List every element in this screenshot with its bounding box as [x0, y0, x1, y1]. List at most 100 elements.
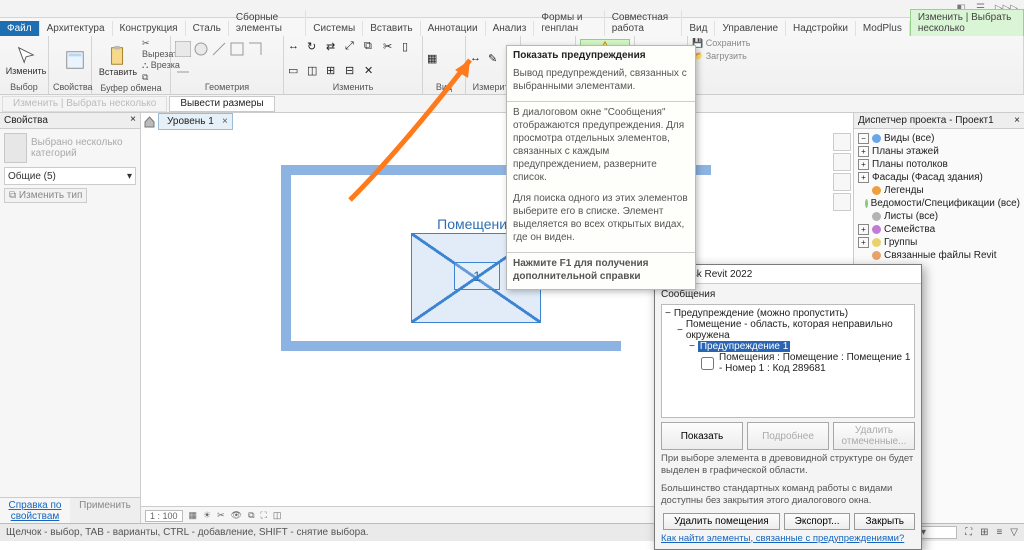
room-number: 1: [454, 262, 500, 290]
tree-floorplans[interactable]: Планы этажей: [872, 146, 939, 157]
measure-icon[interactable]: ↔: [470, 52, 486, 68]
tab-architecture[interactable]: Архитектура: [40, 21, 113, 36]
status-icon[interactable]: ≡: [996, 527, 1002, 538]
status-icon[interactable]: ▽: [1010, 527, 1018, 538]
measure-icon[interactable]: ✎: [488, 52, 504, 68]
expand-icon[interactable]: +: [858, 159, 869, 170]
export-button[interactable]: Экспорт...: [784, 513, 851, 530]
close-button[interactable]: Закрыть: [854, 513, 915, 530]
tab-view[interactable]: Вид: [682, 21, 715, 36]
tooltip-body: В диалоговом окне "Сообщения" отображают…: [507, 104, 695, 190]
close-icon[interactable]: ×: [1014, 115, 1020, 126]
zoom-icon[interactable]: [833, 173, 851, 191]
type-thumb: [4, 133, 27, 163]
status-icon[interactable]: ⛶: [965, 527, 972, 538]
save-selection[interactable]: 💾 Сохранить: [692, 38, 750, 49]
expand-icon[interactable]: +: [858, 237, 869, 248]
geom-icon[interactable]: [229, 41, 245, 57]
mod-icon[interactable]: ▭: [288, 64, 304, 80]
vc-icon[interactable]: 👁: [231, 510, 242, 521]
paste-button[interactable]: Вставить: [96, 41, 140, 81]
mod-icon[interactable]: ✕: [364, 64, 380, 80]
properties-help-link[interactable]: Справка по свойствам: [0, 498, 70, 524]
warn-room[interactable]: Помещение - область, которая неправильно…: [686, 319, 911, 341]
tree-groups[interactable]: Группы: [884, 237, 917, 248]
tree-views[interactable]: Виды (все): [884, 133, 934, 144]
edit-type-button[interactable]: ⧉ Изменить тип: [4, 188, 87, 203]
mod-icon[interactable]: ✂: [383, 40, 399, 56]
mod-icon[interactable]: ↔: [288, 40, 304, 56]
warn-checkbox[interactable]: [701, 357, 714, 370]
category-dropdown[interactable]: Общие (5)▾: [4, 167, 136, 185]
tooltip-body: Вывод предупреждений, связанных с выбран…: [507, 65, 695, 99]
mod-icon[interactable]: ◫: [307, 64, 323, 80]
help-link[interactable]: Как найти элементы, связанные с предупре…: [661, 533, 915, 544]
mod-icon[interactable]: ▯: [402, 40, 418, 56]
vc-icon[interactable]: ⛶: [261, 510, 267, 521]
load-selection[interactable]: 📂 Загрузить: [692, 51, 747, 62]
tab-manage[interactable]: Управление: [715, 21, 786, 36]
tree-elevations[interactable]: Фасады (Фасад здания): [872, 172, 983, 183]
tab-collab[interactable]: Совместная работа: [605, 10, 683, 36]
tab-insert[interactable]: Вставить: [363, 21, 420, 36]
view-tab-level1[interactable]: Уровень 1: [158, 113, 233, 130]
tab-analyze[interactable]: Анализ: [486, 21, 535, 36]
show-button[interactable]: Показать: [661, 422, 743, 450]
tab-massing[interactable]: Формы и генплан: [534, 10, 604, 36]
tab-annotate[interactable]: Аннотации: [421, 21, 486, 36]
geom-icon[interactable]: [211, 41, 227, 57]
geom-icon[interactable]: [193, 41, 209, 57]
expand-icon[interactable]: +: [858, 146, 869, 157]
expand-icon[interactable]: +: [858, 172, 869, 183]
tab-addins[interactable]: Надстройки: [786, 21, 856, 36]
mod-icon[interactable]: ⊟: [345, 64, 361, 80]
tree-legends[interactable]: Легенды: [884, 185, 924, 196]
apply-button[interactable]: Применить: [70, 498, 140, 524]
warn-item-selected[interactable]: Предупреждение 1: [698, 341, 790, 352]
scale-dropdown[interactable]: 1 : 100: [145, 510, 183, 522]
mod-icon[interactable]: ⊞: [326, 64, 342, 80]
delete-rooms-button[interactable]: Удалить помещения: [663, 513, 780, 530]
tree-schedules[interactable]: Ведомости/Спецификации (все): [871, 198, 1020, 209]
mod-icon[interactable]: ⧉: [364, 40, 380, 56]
pan-icon[interactable]: [833, 153, 851, 171]
vc-icon[interactable]: ◫: [273, 510, 282, 521]
expand-icon[interactable]: +: [858, 224, 869, 235]
status-icon[interactable]: ⊞: [980, 527, 988, 538]
geom-icon[interactable]: [175, 64, 191, 80]
tree-ceilings[interactable]: Планы потолков: [872, 159, 948, 170]
properties-button[interactable]: [53, 40, 97, 80]
tab-structure[interactable]: Конструкция: [113, 21, 186, 36]
navwheel-icon[interactable]: [833, 133, 851, 151]
mod-icon[interactable]: ⤢: [345, 40, 361, 56]
vc-icon[interactable]: ▦: [189, 510, 198, 521]
tab-precast[interactable]: Сборные элементы: [229, 10, 306, 36]
close-icon[interactable]: ×: [130, 115, 136, 126]
tab-modplus[interactable]: ModPlus: [856, 21, 910, 36]
tree-sheets[interactable]: Листы (все): [884, 211, 938, 222]
mod-icon[interactable]: ⇄: [326, 40, 342, 56]
warn-element[interactable]: Помещения : Помещение : Помещение 1 - Но…: [719, 352, 911, 374]
geom-icon[interactable]: [247, 41, 263, 57]
tree-families[interactable]: Семейства: [884, 224, 935, 235]
warn-root[interactable]: Предупреждение (можно пропустить): [674, 308, 848, 319]
home-icon[interactable]: [143, 115, 156, 128]
vc-icon[interactable]: ⧉: [248, 510, 254, 521]
tab-systems[interactable]: Системы: [306, 21, 363, 36]
orbit-icon[interactable]: [833, 193, 851, 211]
dimensions-button[interactable]: Вывести размеры: [169, 96, 274, 112]
expand-icon[interactable]: −: [858, 133, 869, 144]
warning-tree[interactable]: −Предупреждение (можно пропустить) −Поме…: [661, 304, 915, 418]
tree-links[interactable]: Связанные файлы Revit: [884, 250, 997, 261]
panel-label: Выбор: [4, 82, 44, 93]
modify-button[interactable]: Изменить: [4, 40, 48, 80]
tab-steel[interactable]: Сталь: [186, 21, 229, 36]
mod-icon[interactable]: ↻: [307, 40, 323, 56]
tab-file[interactable]: Файл: [0, 21, 40, 36]
tab-modify-multi[interactable]: Изменить | Выбрать несколько: [910, 9, 1024, 36]
view-icon[interactable]: ▦: [427, 52, 443, 68]
vc-icon[interactable]: ☀: [203, 510, 211, 521]
geom-icon[interactable]: [175, 41, 191, 57]
dialog-info: При выборе элемента в древовидной структ…: [661, 450, 915, 480]
vc-icon[interactable]: ✂: [217, 510, 225, 521]
